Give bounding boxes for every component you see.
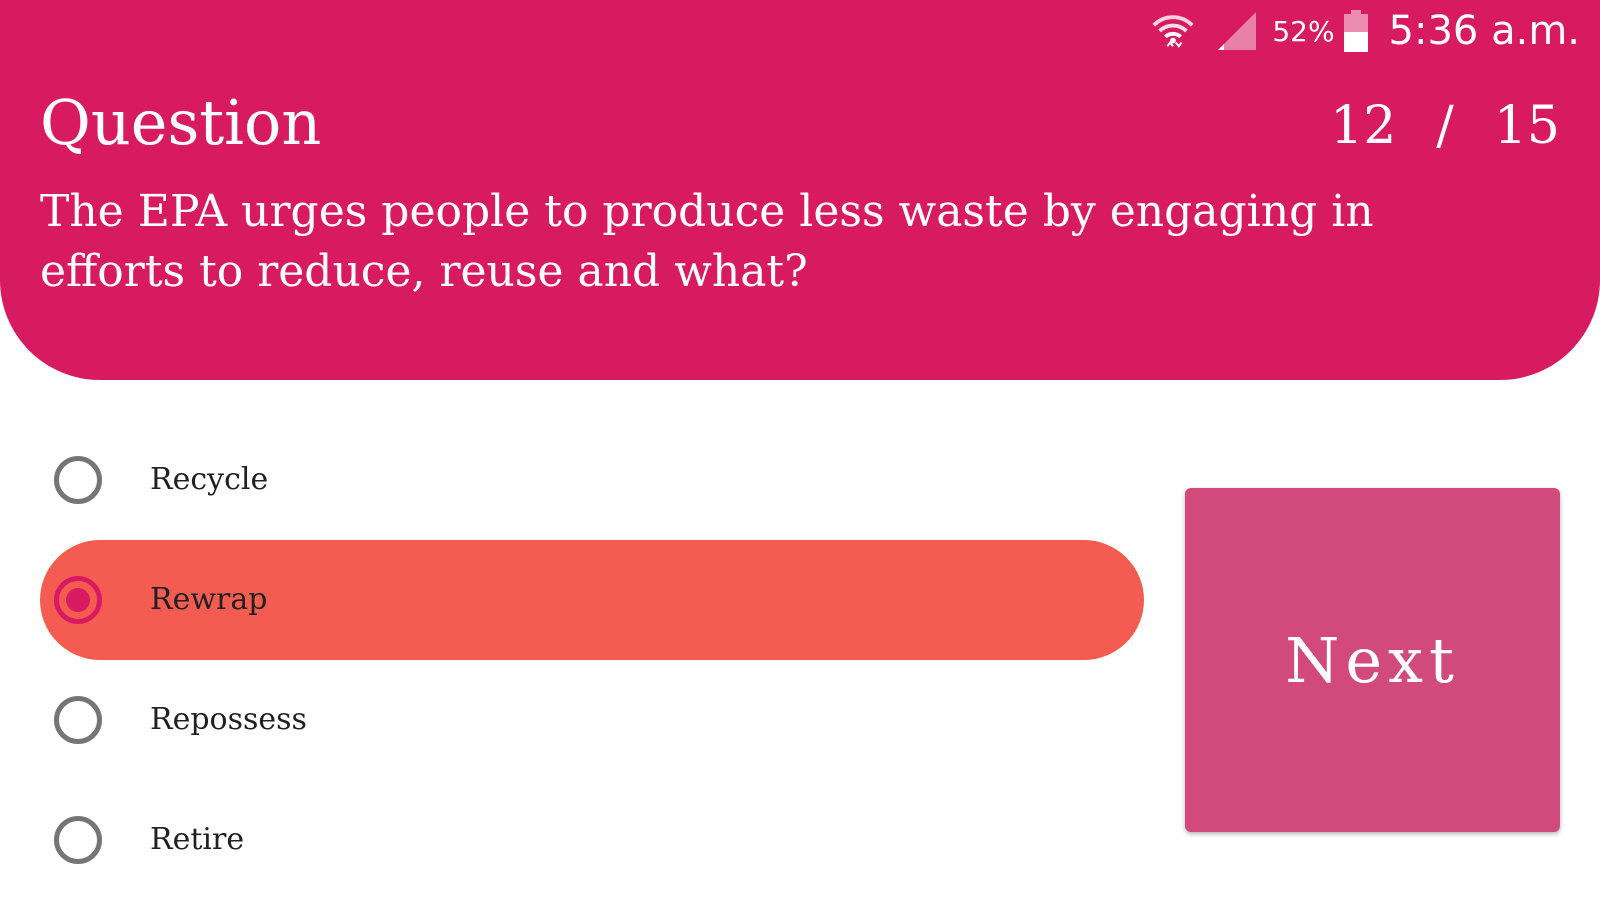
option-label: Rewrap (150, 582, 268, 617)
option-label: Repossess (150, 702, 307, 737)
option-label: Retire (150, 822, 245, 857)
option-rewrap[interactable]: Rewrap (40, 540, 1144, 660)
next-button[interactable]: Next (1185, 488, 1560, 832)
next-button-label: Next (1285, 623, 1460, 697)
page-title: Question (40, 86, 322, 159)
total-questions: 15 (1493, 96, 1560, 156)
battery-icon (1343, 10, 1368, 52)
status-bar: 52% 5:36 a.m. (1150, 6, 1580, 56)
question-text: The EPA urges people to produce less was… (40, 186, 1374, 297)
question-counter: 12 / 15 (1330, 86, 1560, 166)
battery-percent: 52% (1272, 14, 1335, 48)
option-retire[interactable]: Retire (40, 780, 1144, 900)
wifi-icon (1152, 15, 1194, 48)
question-header: 52% 5:36 a.m. Question 12 / 15 The EPA u… (0, 0, 1600, 380)
option-label: Recycle (150, 462, 269, 497)
current-question-number: 12 (1330, 96, 1397, 156)
option-recycle[interactable]: Recycle (40, 420, 1144, 540)
option-repossess[interactable]: Repossess (40, 660, 1144, 780)
radio-button-selected[interactable] (54, 576, 102, 624)
answer-options: Recycle Rewrap Repossess Retire (40, 420, 1144, 900)
radio-button[interactable] (54, 456, 102, 504)
radio-button[interactable] (54, 816, 102, 864)
counter-separator: / (1436, 96, 1454, 156)
radio-button[interactable] (54, 696, 102, 744)
status-clock: 5:36 a.m. (1388, 8, 1580, 54)
signal-icon (1218, 12, 1257, 50)
